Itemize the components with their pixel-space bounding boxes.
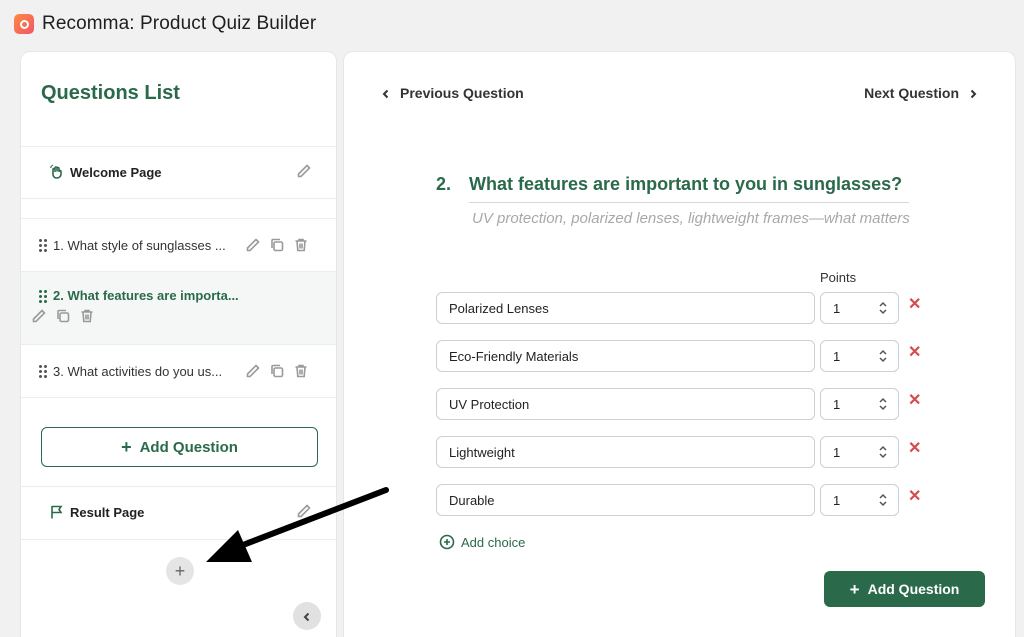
points-value: 1 bbox=[833, 396, 841, 412]
stepper-arrows-icon[interactable] bbox=[878, 397, 888, 411]
trash-icon[interactable] bbox=[79, 308, 95, 324]
points-stepper[interactable]: 1 bbox=[820, 436, 899, 468]
choice-row: Polarized Lenses 1 ✕ bbox=[436, 292, 921, 324]
choice-input[interactable]: Eco-Friendly Materials bbox=[436, 340, 815, 372]
points-value: 1 bbox=[833, 348, 841, 364]
remove-choice-icon[interactable]: ✕ bbox=[908, 390, 921, 410]
choice-row: Eco-Friendly Materials 1 ✕ bbox=[436, 340, 921, 372]
add-question-label: Add Question bbox=[139, 438, 238, 456]
edit-icon[interactable] bbox=[245, 363, 261, 379]
duplicate-icon[interactable] bbox=[269, 237, 285, 253]
remove-choice-icon[interactable]: ✕ bbox=[908, 486, 921, 506]
flag-icon bbox=[49, 504, 65, 520]
welcome-page-label: Welcome Page bbox=[70, 164, 162, 180]
app-title: Recomma: Product Quiz Builder bbox=[42, 13, 317, 34]
drag-handle-icon[interactable] bbox=[39, 238, 47, 252]
points-stepper[interactable]: 1 bbox=[820, 388, 899, 420]
previous-question-button[interactable]: Previous Question bbox=[380, 85, 524, 101]
question-title-input[interactable]: What features are important to you in su… bbox=[469, 174, 910, 203]
question-item-label: 2. What features are importa... bbox=[53, 288, 239, 303]
question-subtitle-input[interactable]: UV protection, polarized lenses, lightwe… bbox=[472, 210, 912, 227]
divider bbox=[21, 397, 336, 398]
points-stepper[interactable]: 1 bbox=[820, 340, 899, 372]
drag-handle-icon[interactable] bbox=[39, 290, 47, 303]
plus-icon: + bbox=[121, 437, 132, 457]
title-bar: Recomma: Product Quiz Builder bbox=[14, 10, 316, 38]
choice-row: Lightweight 1 ✕ bbox=[436, 436, 921, 468]
add-choice-label: Add choice bbox=[461, 534, 526, 550]
plus-circle-icon bbox=[439, 534, 455, 550]
question-item-3[interactable]: 3. What activities do you us... bbox=[21, 345, 336, 397]
chevron-left-icon bbox=[380, 87, 392, 99]
choice-input[interactable]: Durable bbox=[436, 484, 815, 516]
duplicate-icon[interactable] bbox=[55, 308, 71, 324]
edit-icon[interactable] bbox=[245, 237, 261, 253]
points-stepper[interactable]: 1 bbox=[820, 484, 899, 516]
edit-icon[interactable] bbox=[31, 308, 47, 324]
previous-question-label: Previous Question bbox=[400, 85, 524, 101]
remove-choice-icon[interactable]: ✕ bbox=[908, 342, 921, 362]
sidebar-add-question-button[interactable]: + Add Question bbox=[41, 427, 318, 467]
stepper-arrows-icon[interactable] bbox=[878, 493, 888, 507]
add-page-plus-button[interactable]: + bbox=[166, 557, 194, 585]
choice-row: UV Protection 1 ✕ bbox=[436, 388, 921, 420]
plus-icon: + bbox=[849, 579, 860, 599]
question-item-2[interactable]: 2. What features are importa... bbox=[21, 272, 336, 344]
choice-input[interactable]: Polarized Lenses bbox=[436, 292, 815, 324]
stepper-arrows-icon[interactable] bbox=[878, 301, 888, 315]
question-item-label: 1. What style of sunglasses ... bbox=[53, 237, 226, 253]
stepper-arrows-icon[interactable] bbox=[878, 445, 888, 459]
points-stepper[interactable]: 1 bbox=[820, 292, 899, 324]
choice-input[interactable]: UV Protection bbox=[436, 388, 815, 420]
choice-row: Durable 1 ✕ bbox=[436, 484, 921, 516]
points-value: 1 bbox=[833, 444, 841, 460]
app-logo-icon bbox=[14, 14, 34, 34]
points-value: 1 bbox=[833, 492, 841, 508]
add-choice-button[interactable]: Add choice bbox=[439, 534, 525, 550]
points-column-label: Points bbox=[820, 270, 857, 285]
next-question-button[interactable]: Next Question bbox=[864, 85, 979, 101]
wave-hand-icon bbox=[49, 164, 65, 180]
duplicate-icon[interactable] bbox=[269, 363, 285, 379]
stepper-arrows-icon[interactable] bbox=[878, 349, 888, 363]
sidebar-title: Questions List bbox=[41, 82, 180, 104]
chevron-right-icon bbox=[967, 87, 979, 99]
choice-input[interactable]: Lightweight bbox=[436, 436, 815, 468]
question-number: 2. bbox=[436, 174, 452, 194]
question-editor-panel: Previous Question Next Question 2. What … bbox=[343, 51, 1016, 637]
question-item-label: 3. What activities do you us... bbox=[53, 363, 223, 379]
question-header: 2. What features are important to you in… bbox=[436, 174, 910, 203]
next-question-label: Next Question bbox=[864, 85, 959, 101]
trash-icon[interactable] bbox=[293, 363, 309, 379]
trash-icon[interactable] bbox=[293, 237, 309, 253]
welcome-page-item[interactable]: Welcome Page bbox=[21, 147, 336, 197]
add-question-label: Add Question bbox=[867, 581, 960, 597]
add-question-button[interactable]: + Add Question bbox=[824, 571, 985, 607]
drag-handle-icon[interactable] bbox=[39, 364, 47, 378]
divider bbox=[21, 198, 336, 199]
points-value: 1 bbox=[833, 300, 841, 316]
collapse-sidebar-button[interactable] bbox=[293, 602, 321, 630]
question-item-1[interactable]: 1. What style of sunglasses ... bbox=[21, 219, 336, 271]
edit-welcome-icon[interactable] bbox=[296, 163, 312, 179]
remove-choice-icon[interactable]: ✕ bbox=[908, 438, 921, 458]
plus-icon: + bbox=[174, 560, 186, 581]
remove-choice-icon[interactable]: ✕ bbox=[908, 294, 921, 314]
annotation-arrow-icon bbox=[206, 487, 389, 562]
result-page-label: Result Page bbox=[70, 504, 145, 520]
chevron-left-icon bbox=[301, 610, 313, 622]
